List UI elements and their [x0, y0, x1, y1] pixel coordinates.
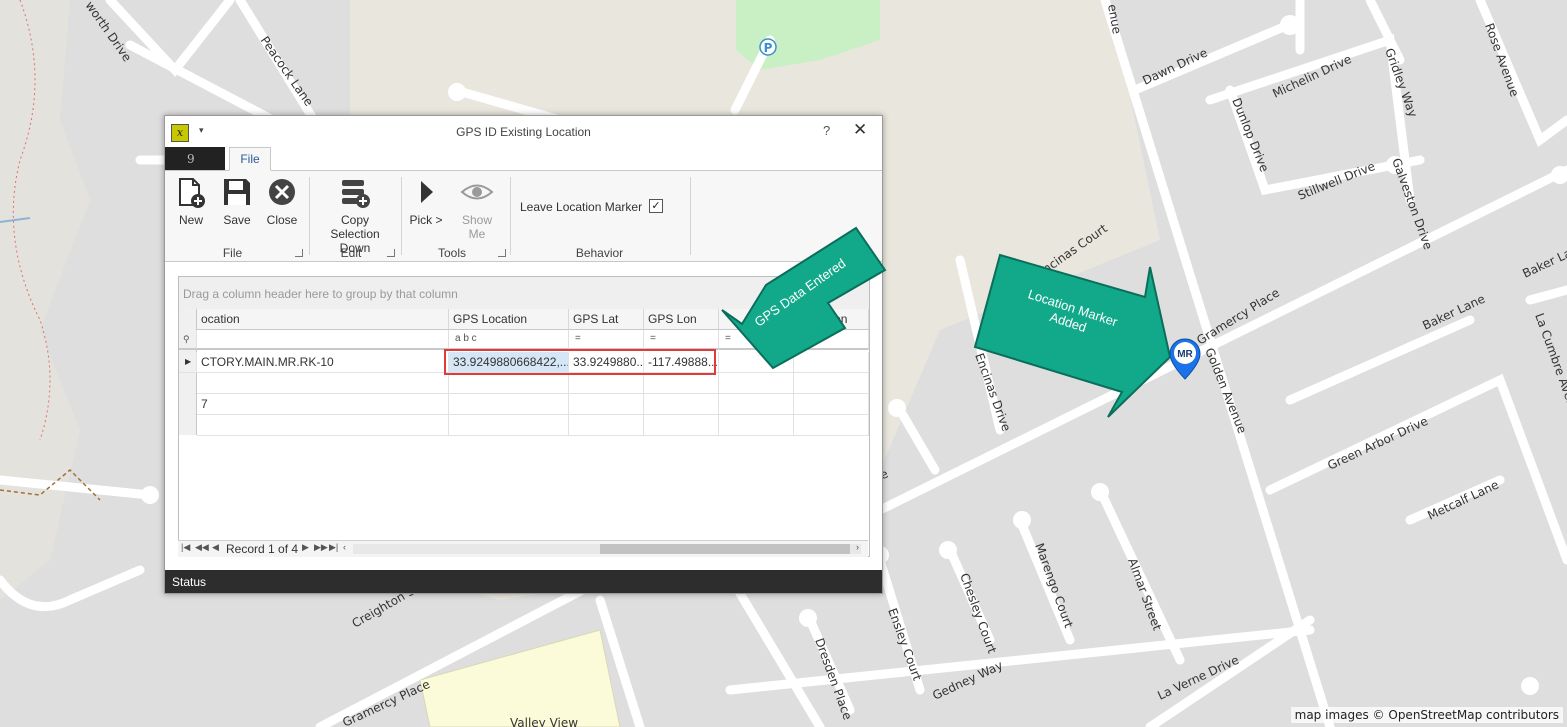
cell-gps-location[interactable]	[449, 394, 569, 415]
filter-cell-gps-location[interactable]: a b c	[449, 330, 569, 350]
filter-row-pin-icon: ⚲	[179, 330, 197, 350]
group-label-tools: Tools	[437, 246, 466, 260]
cell-location[interactable]: 7	[197, 394, 449, 415]
scrollbar-thumb[interactable]	[600, 544, 850, 554]
new-button[interactable]: New	[175, 177, 207, 227]
new-document-icon	[179, 178, 205, 208]
copy-selection-down-button[interactable]: Copy Selection Down	[315, 177, 395, 255]
cell-location[interactable]	[197, 415, 449, 436]
tools-group-launcher-icon[interactable]	[498, 249, 506, 257]
next-page-icon[interactable]: ▶▶	[314, 542, 328, 553]
location-marker-icon[interactable]: MR	[1168, 337, 1202, 381]
edit-group-launcher-icon[interactable]	[387, 249, 395, 257]
play-arrow-icon	[421, 181, 433, 203]
row-pointer-icon: ▶	[179, 352, 197, 373]
title-bar: x ▾ GPS ID Existing Location ? ✕	[165, 116, 882, 146]
map-attribution: map images © OpenStreetMap contributors	[1290, 707, 1563, 723]
eye-icon	[460, 184, 494, 200]
prev-record-icon[interactable]: ◀	[212, 542, 219, 553]
column-header-gps-location[interactable]: GPS Location	[449, 309, 569, 330]
street-label: Valley View	[510, 716, 578, 727]
group-separator	[510, 177, 511, 255]
next-record-icon[interactable]: ▶	[302, 542, 309, 553]
cell-unnamed[interactable]	[719, 373, 794, 394]
status-bar: Status	[165, 570, 882, 593]
filter-cell-location[interactable]	[197, 330, 449, 350]
scroll-right-icon[interactable]: ›	[856, 542, 859, 552]
first-record-icon[interactable]: |◀	[181, 542, 190, 553]
cell-gps-location[interactable]	[449, 415, 569, 436]
cell-gps-location[interactable]	[449, 373, 569, 394]
last-record-icon[interactable]: ▶|	[329, 542, 338, 553]
location-marker-callout-arrow	[973, 253, 1170, 418]
show-me-button[interactable]: Show Me	[453, 177, 501, 241]
horizontal-scrollbar[interactable]	[353, 544, 861, 554]
close-button[interactable]: Close	[265, 177, 299, 227]
close-circle-icon	[269, 179, 295, 205]
record-counter: Record 1 of 4	[226, 542, 299, 556]
group-label-edit: Edit	[340, 246, 362, 260]
dialog-title: GPS ID Existing Location	[456, 125, 591, 139]
column-header-gps-lat[interactable]: GPS Lat	[569, 309, 644, 330]
cell-location[interactable]	[197, 373, 449, 394]
copy-rows-icon	[342, 180, 370, 208]
cell-gps-lat[interactable]	[569, 394, 644, 415]
column-header-location[interactable]: ocation	[197, 309, 449, 330]
parking-icon: P	[759, 38, 777, 56]
cell-unnamed[interactable]	[719, 394, 794, 415]
help-button[interactable]: ?	[823, 123, 830, 138]
scroll-left-icon[interactable]: ‹	[343, 542, 346, 552]
cell-gps-lat[interactable]	[569, 373, 644, 394]
gps-data-highlight-box	[444, 349, 716, 375]
cell-elevation[interactable]	[794, 373, 869, 394]
cell-gps-lon[interactable]	[644, 373, 719, 394]
group-label-file: File	[222, 246, 243, 260]
close-dialog-button[interactable]: ✕	[853, 120, 867, 140]
file-group-launcher-icon[interactable]	[295, 249, 303, 257]
cell-unnamed[interactable]	[719, 415, 794, 436]
leave-location-marker-label: Leave Location Marker	[520, 200, 643, 214]
ribbon-tabstrip: 9 File	[165, 147, 882, 171]
group-label-behavior: Behavior	[575, 246, 624, 260]
pick-button[interactable]: Pick >	[407, 177, 445, 227]
svg-text:P: P	[764, 41, 773, 55]
cell-gps-lon[interactable]	[644, 415, 719, 436]
save-button[interactable]: Save	[221, 177, 253, 227]
cell-gps-lon[interactable]	[644, 394, 719, 415]
group-separator	[690, 177, 691, 255]
group-separator	[401, 177, 402, 255]
cell-location[interactable]: CTORY.MAIN.MR.RK-10	[197, 352, 449, 373]
cell-elevation[interactable]	[794, 415, 869, 436]
svg-text:MR: MR	[1177, 349, 1193, 360]
cell-elevation[interactable]	[794, 394, 869, 415]
grid-navigator: |◀ ◀◀ ◀ Record 1 of 4 ▶ ▶▶ ▶| ‹ ›	[178, 540, 868, 557]
tab-file[interactable]: File	[229, 147, 271, 171]
leave-location-marker-checkbox[interactable]: ✓	[649, 199, 663, 213]
prev-page-icon[interactable]: ◀◀	[195, 542, 209, 553]
cell-gps-lat[interactable]	[569, 415, 644, 436]
floppy-disk-icon	[224, 179, 250, 205]
group-separator	[309, 177, 310, 255]
file-menu-button[interactable]: 9	[165, 147, 225, 170]
status-text: Status	[172, 575, 207, 589]
filter-cell-gps-lat[interactable]: =	[569, 330, 644, 350]
